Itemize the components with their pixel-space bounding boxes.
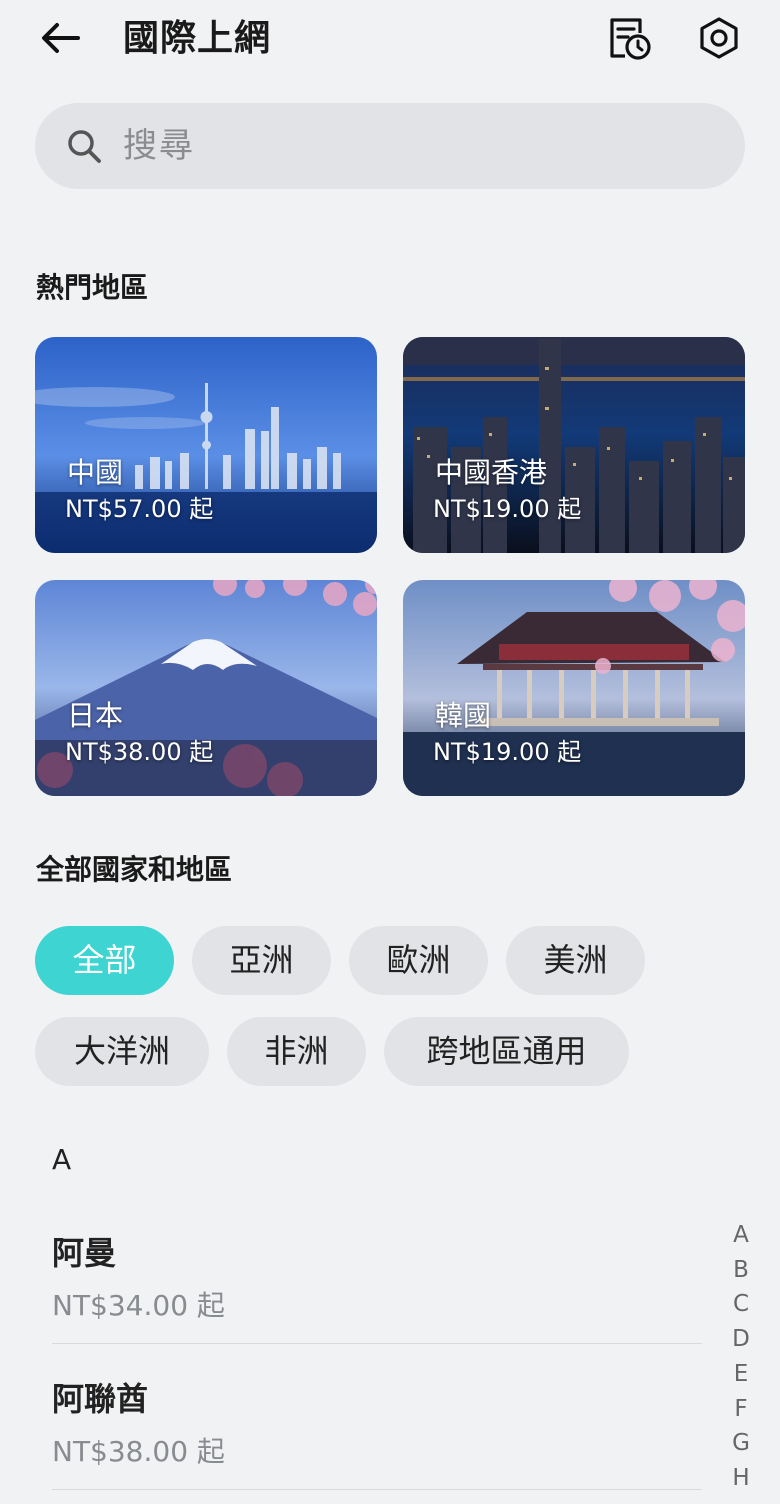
region-name: 中國香港: [435, 456, 548, 489]
filter-chip-multi-region[interactable]: 跨地區通用: [384, 1017, 629, 1086]
index-letter[interactable]: A: [728, 1218, 754, 1253]
list-divider: [52, 1343, 702, 1344]
index-letter[interactable]: B: [728, 1253, 754, 1288]
settings-button[interactable]: [696, 14, 742, 62]
filter-chip-asia[interactable]: 亞洲: [192, 926, 331, 995]
filter-chip-africa[interactable]: 非洲: [227, 1017, 366, 1086]
order-history-icon: [610, 18, 651, 60]
region-name: 韓國: [435, 699, 492, 732]
filter-chip-all[interactable]: 全部: [35, 926, 174, 995]
region-card-hong-kong[interactable]: 中國香港 NT$19.00 起: [403, 337, 745, 553]
index-letter[interactable]: F: [728, 1392, 754, 1427]
back-button[interactable]: [36, 14, 86, 64]
search-bar[interactable]: 搜尋: [35, 103, 745, 189]
filter-chip-americas[interactable]: 美洲: [506, 926, 645, 995]
search-placeholder: 搜尋: [123, 126, 195, 166]
region-price: NT$19.00 起: [433, 495, 582, 523]
search-icon: [68, 130, 101, 163]
list-item[interactable]: 阿聯酋 NT$38.00 起: [52, 1374, 702, 1470]
app-header: 國際上網: [0, 0, 780, 80]
index-letter[interactable]: D: [728, 1322, 754, 1357]
hexagon-settings-icon: [700, 17, 738, 59]
list-divider: [52, 1489, 702, 1490]
country-name: 阿聯酋: [52, 1380, 149, 1418]
list-section-letter: A: [52, 1143, 72, 1176]
filter-chip-europe[interactable]: 歐洲: [349, 926, 488, 995]
index-letter[interactable]: G: [728, 1426, 754, 1461]
region-price: NT$57.00 起: [65, 495, 214, 523]
filter-chip-oceania[interactable]: 大洋洲: [35, 1017, 209, 1086]
region-card-china[interactable]: 中國 NT$57.00 起: [35, 337, 377, 553]
index-letter[interactable]: E: [728, 1357, 754, 1392]
region-price: NT$38.00 起: [65, 738, 214, 766]
all-regions-heading: 全部國家和地區: [36, 853, 233, 886]
region-card-japan[interactable]: 日本 NT$38.00 起: [35, 580, 377, 796]
region-card-korea[interactable]: 韓國 NT$19.00 起: [403, 580, 745, 796]
arrow-left-icon: [42, 23, 80, 53]
list-item[interactable]: 阿曼 NT$34.00 起: [52, 1228, 702, 1324]
country-price: NT$38.00 起: [52, 1435, 225, 1468]
country-price: NT$34.00 起: [52, 1289, 225, 1322]
index-letter[interactable]: H: [728, 1461, 754, 1496]
region-name: 日本: [67, 699, 124, 732]
page-title: 國際上網: [123, 18, 272, 59]
order-history-button[interactable]: [606, 14, 652, 62]
alphabet-index[interactable]: A B C D E F G H: [728, 1218, 754, 1496]
country-name: 阿曼: [52, 1234, 117, 1272]
popular-regions-heading: 熱門地區: [36, 271, 149, 304]
region-name: 中國: [67, 456, 124, 489]
region-price: NT$19.00 起: [433, 738, 582, 766]
index-letter[interactable]: C: [728, 1287, 754, 1322]
